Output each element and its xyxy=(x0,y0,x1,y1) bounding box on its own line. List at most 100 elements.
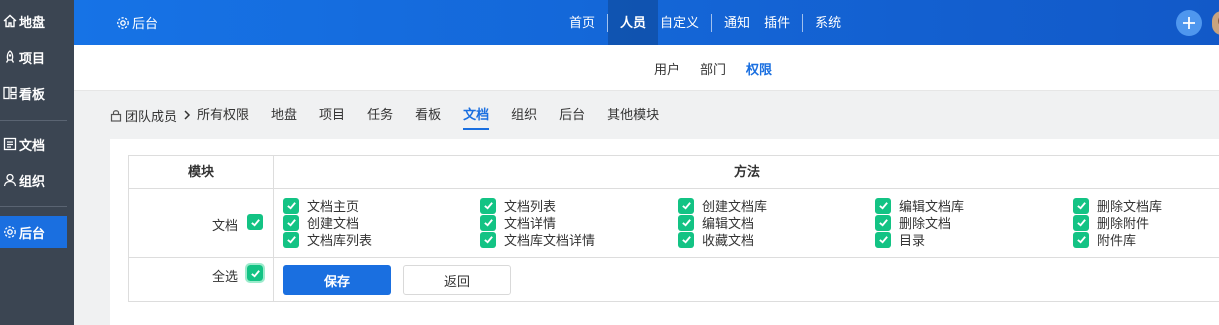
tab-kanban[interactable]: 看板 xyxy=(415,100,441,130)
nav-notify[interactable]: 通知 xyxy=(712,0,762,45)
sidebar-item-docs[interactable]: 文档 xyxy=(0,129,74,159)
tab-other-modules[interactable]: 其他模块 xyxy=(607,100,659,130)
check-icon xyxy=(878,202,888,210)
row-divider xyxy=(129,257,1219,258)
permission-checkbox[interactable] xyxy=(678,214,694,231)
sidebar-divider xyxy=(0,120,67,121)
check-icon xyxy=(1076,219,1086,227)
tab-project[interactable]: 项目 xyxy=(319,100,345,130)
sidebar-item-home[interactable]: 地盘 xyxy=(0,6,74,36)
permission-item[interactable]: 创建文档 xyxy=(283,214,359,231)
sidebar-item-label: 文档 xyxy=(19,137,46,153)
sub-header: 用户 部门 权限 xyxy=(74,45,1219,91)
tab-all-permissions[interactable]: 所有权限 xyxy=(197,100,249,130)
sidebar-item-admin[interactable]: 后台 xyxy=(0,216,67,248)
lock-icon xyxy=(110,109,122,122)
subnav-permissions[interactable]: 权限 xyxy=(746,59,772,78)
permission-item[interactable]: 文档库文档详情 xyxy=(480,231,595,248)
permission-checkbox[interactable] xyxy=(480,197,496,214)
check-icon xyxy=(483,219,493,227)
avatar[interactable] xyxy=(1212,11,1219,35)
permission-item[interactable]: 文档列表 xyxy=(480,197,556,214)
check-icon xyxy=(250,218,260,227)
permission-checkbox[interactable] xyxy=(283,214,299,231)
permission-checkbox[interactable] xyxy=(1073,231,1089,248)
check-icon xyxy=(483,202,493,210)
permission-checkbox[interactable] xyxy=(1073,197,1089,214)
permission-checkbox[interactable] xyxy=(678,231,694,248)
nav-system[interactable]: 系统 xyxy=(803,0,853,45)
permission-item[interactable]: 文档主页 xyxy=(283,197,359,214)
tab-task[interactable]: 任务 xyxy=(367,100,393,130)
permission-checkbox[interactable] xyxy=(480,214,496,231)
column-divider xyxy=(273,156,274,301)
kanban-icon xyxy=(2,86,17,101)
nav-plugins[interactable]: 插件 xyxy=(762,0,802,45)
sidebar-item-kanban[interactable]: 看板 xyxy=(0,78,74,108)
main-nav: 首页 人员 自定义 通知 插件 系统 xyxy=(557,0,853,45)
nav-people[interactable]: 人员 xyxy=(608,0,659,45)
module-checkbox[interactable] xyxy=(247,214,263,230)
permission-checkbox[interactable] xyxy=(875,197,891,214)
admin-link[interactable]: 后台 xyxy=(116,13,158,32)
sidebar-item-project[interactable]: 项目 xyxy=(0,42,74,72)
nav-home[interactable]: 首页 xyxy=(557,0,607,45)
permission-item[interactable]: 编辑文档 xyxy=(678,214,754,231)
breadcrumb-root[interactable]: 团队成员 xyxy=(110,106,177,125)
save-button[interactable]: 保存 xyxy=(283,265,391,295)
breadcrumb-root-label: 团队成员 xyxy=(125,108,178,124)
permission-checkbox[interactable] xyxy=(480,231,496,248)
sidebar-item-org[interactable]: 组织 xyxy=(0,165,74,195)
check-icon xyxy=(1076,202,1086,210)
permission-checkbox[interactable] xyxy=(678,197,694,214)
rocket-icon xyxy=(2,50,17,65)
permission-panel: 模块 方法 文档 文档主页 文档列表 创建文档库 编辑文档库 删除文档库 创建文档 文档详情… xyxy=(110,139,1219,325)
top-bar: 后台 首页 人员 自定义 通知 插件 系统 xyxy=(74,0,1219,45)
permission-table: 模块 方法 文档 文档主页 文档列表 创建文档库 编辑文档库 删除文档库 创建文档 文档详情… xyxy=(128,155,1219,302)
create-button[interactable] xyxy=(1176,10,1202,36)
permission-item[interactable]: 收藏文档 xyxy=(678,231,754,248)
permission-item[interactable]: 删除文档 xyxy=(875,214,951,231)
tab-dashboard[interactable]: 地盘 xyxy=(271,100,297,130)
permission-item[interactable]: 创建文档库 xyxy=(678,197,767,214)
permission-label: 目录 xyxy=(899,233,926,248)
tab-org[interactable]: 组织 xyxy=(511,100,537,130)
check-icon xyxy=(483,236,493,244)
permission-item[interactable]: 删除文档库 xyxy=(1073,197,1162,214)
permission-item[interactable]: 编辑文档库 xyxy=(875,197,964,214)
check-icon xyxy=(1076,236,1086,244)
tab-docs[interactable]: 文档 xyxy=(463,100,490,130)
nav-custom[interactable]: 自定义 xyxy=(658,0,711,45)
permission-item[interactable]: 目录 xyxy=(875,231,925,248)
permission-label: 附件库 xyxy=(1097,233,1137,248)
sidebar-item-label: 看板 xyxy=(19,86,46,102)
permission-checkbox[interactable] xyxy=(1073,214,1089,231)
permission-checkbox[interactable] xyxy=(875,231,891,248)
permission-item[interactable]: 文档详情 xyxy=(480,214,556,231)
permission-item[interactable]: 删除附件 xyxy=(1073,214,1149,231)
subnav-users[interactable]: 用户 xyxy=(654,59,680,78)
header-module: 模块 xyxy=(187,164,214,179)
back-button[interactable]: 返回 xyxy=(403,265,511,295)
sidebar-item-label: 组织 xyxy=(19,173,46,189)
permission-item[interactable]: 附件库 xyxy=(1073,231,1136,248)
subnav-departments[interactable]: 部门 xyxy=(700,59,726,78)
sidebar: 地盘 项目 看板 文档 组织 后台 xyxy=(0,0,74,325)
permission-label: 文档库文档详情 xyxy=(504,233,596,248)
select-all-checkbox[interactable] xyxy=(245,263,265,283)
user-icon xyxy=(2,173,17,188)
check-icon xyxy=(878,219,888,227)
permission-checkbox[interactable] xyxy=(283,197,299,214)
sidebar-divider xyxy=(0,206,67,207)
check-icon xyxy=(681,202,691,210)
permission-item[interactable]: 文档库列表 xyxy=(283,231,372,248)
row-divider xyxy=(129,188,1219,189)
gear-icon xyxy=(2,225,17,240)
tab-admin[interactable]: 后台 xyxy=(559,100,585,130)
select-all-label: 全选 xyxy=(212,269,239,284)
permission-checkbox[interactable] xyxy=(283,231,299,248)
check-icon xyxy=(878,236,888,244)
permission-checkbox[interactable] xyxy=(875,214,891,231)
home-icon xyxy=(2,14,17,29)
check-icon xyxy=(286,236,296,244)
